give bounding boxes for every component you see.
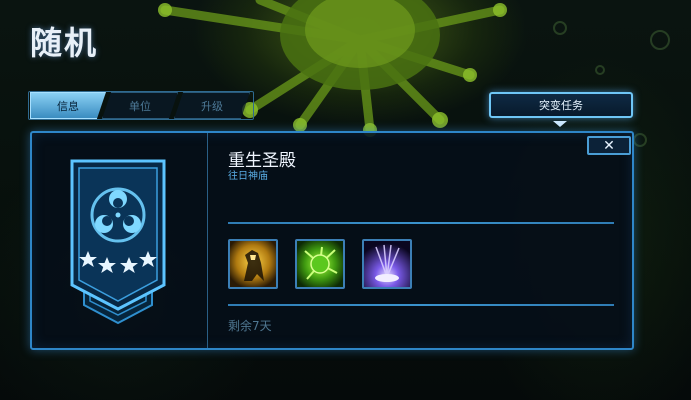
mutator-warrior-icon[interactable] <box>228 239 278 289</box>
dropdown-caret-icon <box>553 121 567 127</box>
mutator-energy-burst-icon[interactable] <box>362 239 412 289</box>
emblem-area <box>32 133 208 348</box>
mutator-virus-icon[interactable] <box>295 239 345 289</box>
tab-info[interactable]: 信息 <box>30 92 106 119</box>
divider-bottom <box>228 304 614 306</box>
page-title: 随机 <box>30 24 99 62</box>
remaining-time: 剩余7天 <box>228 319 272 333</box>
biohazard-emblem-icon <box>70 159 166 325</box>
map-subtitle: 往日神庙 <box>228 171 268 182</box>
mutator-list <box>228 239 429 289</box>
close-button[interactable]: ✕ <box>587 136 631 155</box>
tab-upgrades[interactable]: 升级 <box>174 92 250 119</box>
tab-units[interactable]: 单位 <box>102 92 178 119</box>
tab-bar: 信息 单位 升级 <box>30 92 250 119</box>
mutation-mission-button[interactable]: 突变任务 <box>489 92 633 118</box>
divider-top <box>228 222 614 224</box>
mission-panel: ✕ 重生圣殿 往日神庙 剩余7天 <box>30 131 634 350</box>
